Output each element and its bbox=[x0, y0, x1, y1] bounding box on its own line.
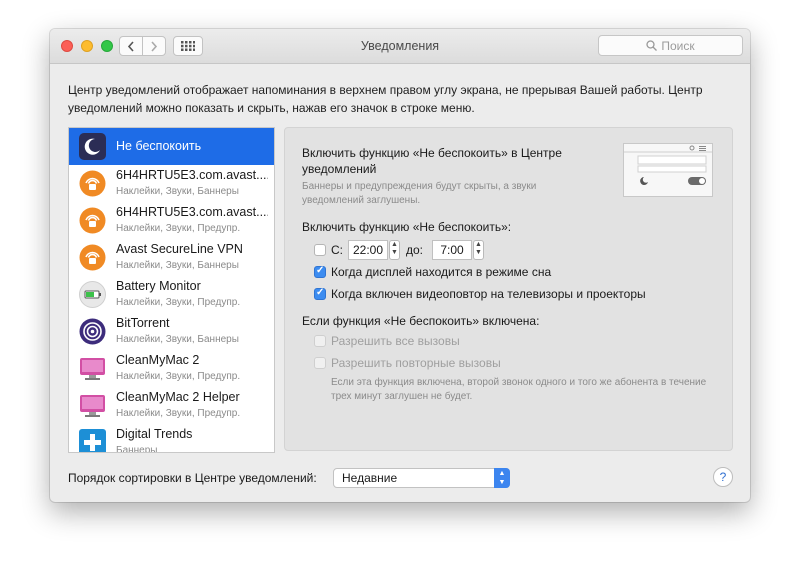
list-item-sub: Наклейки, Звуки, Предупр. bbox=[116, 223, 241, 234]
sort-order-value: Недавние bbox=[342, 471, 398, 485]
repeated-calls-note: Если эта функция включена, второй звонок… bbox=[331, 377, 707, 402]
mirroring-label: Когда включен видеоповтор на телевизоры … bbox=[331, 287, 646, 301]
sort-order-label: Порядок сортировки в Центре уведомлений: bbox=[68, 471, 317, 485]
list-item[interactable]: BitTorrent Наклейки, Звуки, Баннеры bbox=[69, 313, 274, 350]
list-item-sub: Наклейки, Звуки, Предупр. bbox=[116, 408, 241, 419]
description-text: Центр уведомлений отображает напоминания… bbox=[68, 83, 703, 115]
list-item[interactable]: CleanMyMac 2 Наклейки, Звуки, Предупр. bbox=[69, 350, 274, 387]
dnd-settings-panel: Включить функцию «Не беспокоить» в Центр… bbox=[284, 127, 733, 451]
list-item-label: Не беспокоить bbox=[116, 139, 202, 153]
list-item-label: Digital Trends bbox=[116, 427, 193, 441]
chevron-updown-icon: ▲ ▼ bbox=[494, 468, 510, 488]
allow-repeated-calls-label: Разрешить повторные вызовы bbox=[331, 356, 501, 370]
moon-icon bbox=[79, 133, 106, 160]
when-on-label: Если функция «Не беспокоить» включена: bbox=[302, 314, 540, 328]
to-time-field[interactable]: 7:00 bbox=[432, 240, 472, 260]
schedule-checkbox[interactable] bbox=[314, 244, 326, 256]
list-item-label: Avast SecureLine VPN bbox=[116, 242, 243, 256]
list-item-label: CleanMyMac 2 bbox=[116, 353, 200, 367]
list-item-label: Battery Monitor bbox=[116, 279, 201, 293]
search-field[interactable]: Поиск bbox=[598, 35, 743, 56]
to-time-stepper[interactable]: ▲ ▼ bbox=[473, 240, 484, 260]
list-item-label: CleanMyMac 2 Helper bbox=[116, 390, 240, 404]
dnd-title: Включить функцию «Не беспокоить» в Центр… bbox=[302, 146, 562, 176]
list-item-label: 6H4HRTU5E3.com.avast.... bbox=[116, 205, 268, 219]
avast-icon bbox=[79, 170, 106, 197]
from-time-field[interactable]: 22:00 bbox=[348, 240, 388, 260]
from-time-stepper[interactable]: ▲ ▼ bbox=[389, 240, 400, 260]
search-placeholder: Поиск bbox=[661, 38, 695, 53]
search-icon bbox=[646, 40, 658, 51]
list-item[interactable]: Digital Trends Баннеры bbox=[69, 424, 274, 453]
list-item-sub: Наклейки, Звуки, Предупр. bbox=[116, 371, 241, 382]
list-item[interactable]: 6H4HRTU5E3.com.avast.... Наклейки, Звуки… bbox=[69, 202, 274, 239]
list-item-do-not-disturb[interactable]: Не беспокоить bbox=[69, 128, 274, 165]
sort-order-select[interactable]: Недавние ▲ ▼ bbox=[333, 468, 510, 488]
list-item-sub: Наклейки, Звуки, Баннеры bbox=[116, 186, 239, 197]
list-item-sub: Наклейки, Звуки, Баннеры bbox=[116, 260, 239, 271]
notification-center-preview-icon bbox=[623, 143, 713, 197]
battery-icon bbox=[79, 281, 106, 308]
to-label: до: bbox=[406, 243, 424, 257]
list-item-sub: Баннеры bbox=[116, 445, 158, 453]
preferences-window: Уведомления Поиск Центр уведомлений отоб… bbox=[50, 29, 750, 502]
digital-trends-icon bbox=[79, 429, 106, 452]
list-item[interactable]: Battery Monitor Наклейки, Звуки, Предупр… bbox=[69, 276, 274, 313]
list-item-sub: Наклейки, Звуки, Баннеры bbox=[116, 334, 239, 345]
cleanmymac-icon bbox=[79, 392, 106, 419]
dnd-enable-label: Включить функцию «Не беспокоить»: bbox=[302, 220, 512, 234]
app-list[interactable]: Не беспокоить 6H4HRTU5E3.com.avast.... Н… bbox=[68, 127, 275, 453]
help-button[interactable]: ? bbox=[713, 467, 733, 487]
list-item-label: BitTorrent bbox=[116, 316, 170, 330]
list-item[interactable]: Avast SecureLine VPN Наклейки, Звуки, Ба… bbox=[69, 239, 274, 276]
list-item-label: 6H4HRTU5E3.com.avast.... bbox=[116, 168, 268, 182]
cleanmymac-icon bbox=[79, 355, 106, 382]
allow-all-calls-label: Разрешить все вызовы bbox=[331, 334, 460, 348]
display-sleep-label: Когда дисплей находится в режиме сна bbox=[331, 265, 552, 279]
list-item[interactable]: 6H4HRTU5E3.com.avast.... Наклейки, Звуки… bbox=[69, 165, 274, 202]
list-item-sub: Наклейки, Звуки, Предупр. bbox=[116, 297, 241, 308]
avast-icon bbox=[79, 244, 106, 271]
avast-icon bbox=[79, 207, 106, 234]
bittorrent-icon bbox=[79, 318, 106, 345]
display-sleep-checkbox[interactable] bbox=[314, 265, 326, 278]
dnd-note: Баннеры и предупреждения будут скрыты, а… bbox=[302, 181, 537, 206]
list-item[interactable]: CleanMyMac 2 Helper Наклейки, Звуки, Пре… bbox=[69, 387, 274, 424]
allow-all-calls-checkbox[interactable] bbox=[314, 335, 326, 347]
mirroring-checkbox[interactable] bbox=[314, 287, 326, 300]
title-bar: Уведомления Поиск bbox=[50, 29, 750, 64]
from-label: С: bbox=[331, 243, 343, 257]
allow-repeated-calls-checkbox[interactable] bbox=[314, 357, 326, 369]
